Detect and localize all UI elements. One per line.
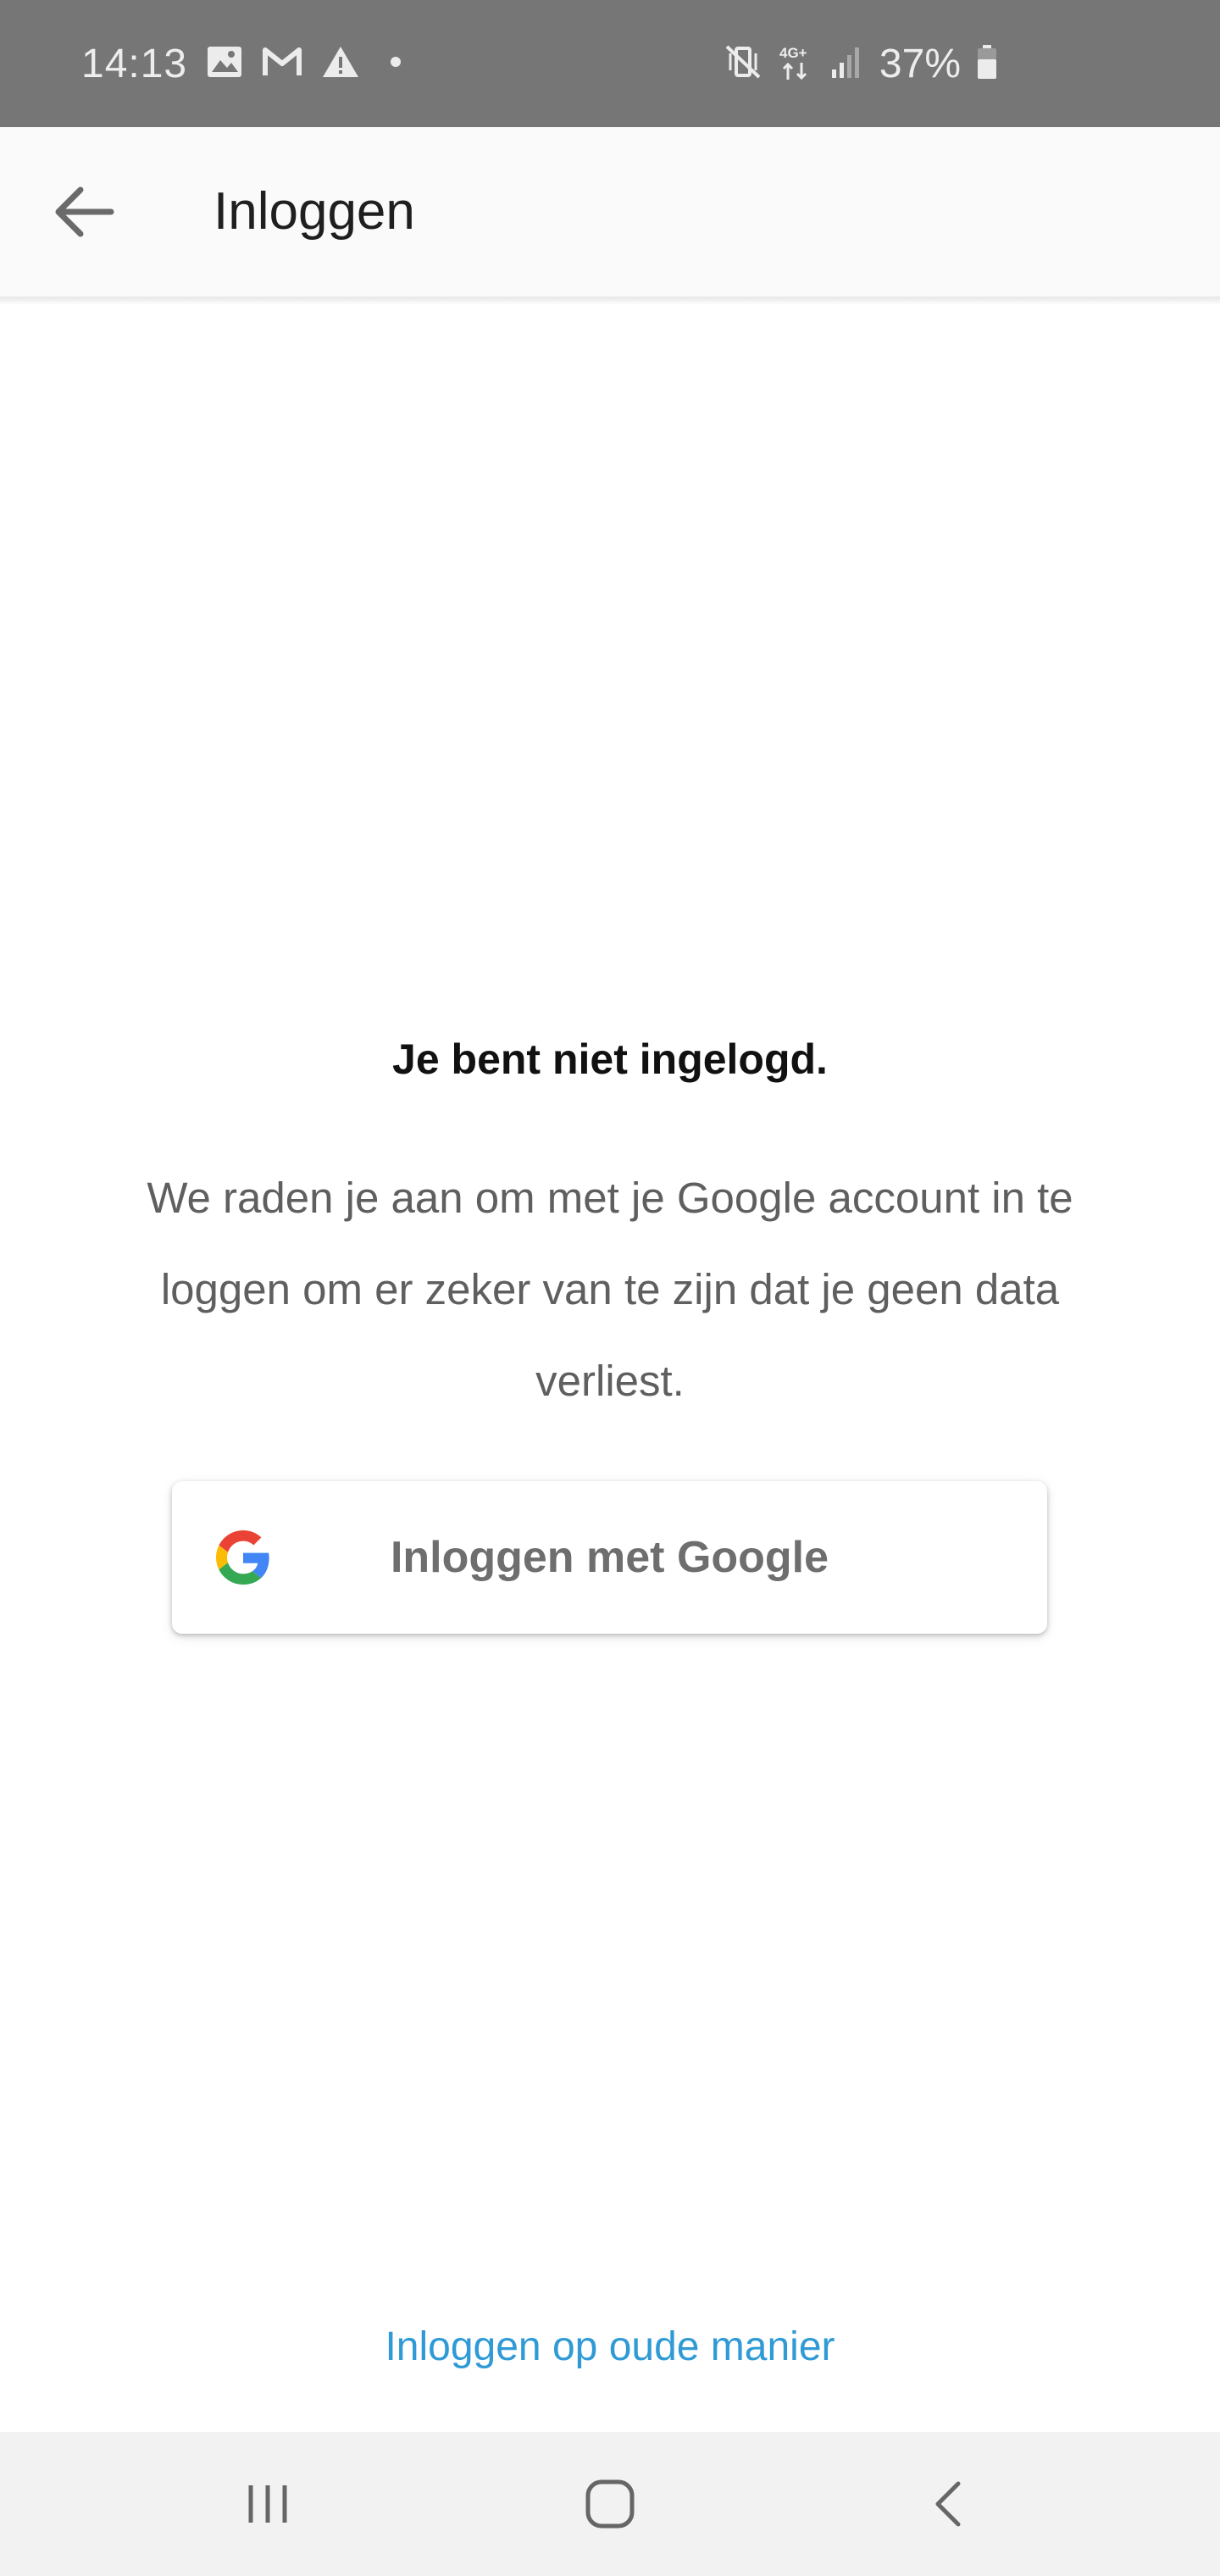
home-icon xyxy=(585,2479,635,2529)
image-icon xyxy=(206,45,243,83)
battery-icon xyxy=(976,44,998,84)
gmail-icon xyxy=(262,47,302,81)
warning-icon xyxy=(321,45,360,83)
google-signin-label: Inloggen met Google xyxy=(390,1533,829,1582)
back-button[interactable] xyxy=(37,161,130,263)
home-button[interactable] xyxy=(551,2457,669,2551)
arrow-left-icon xyxy=(55,186,114,237)
recents-button[interactable] xyxy=(208,2457,327,2551)
google-signin-button[interactable]: Inloggen met Google xyxy=(172,1481,1047,1634)
not-logged-in-heading: Je bent niet ingelogd. xyxy=(392,1035,828,1083)
old-login-link[interactable]: Inloggen op oude manier xyxy=(0,2318,1220,2377)
status-bar-left: 14:13 xyxy=(81,0,413,127)
vibrate-mute-icon xyxy=(724,43,762,85)
4g-plus-icon: 4G+ xyxy=(778,42,815,86)
dot-icon xyxy=(379,45,413,83)
nav-back-button[interactable] xyxy=(890,2457,1009,2551)
status-time: 14:13 xyxy=(81,41,188,86)
recents-icon xyxy=(248,2485,287,2523)
app-bar xyxy=(0,127,1220,297)
status-bar: 14:13 4G+ 37% xyxy=(0,0,1220,127)
svg-text:4G+: 4G+ xyxy=(779,45,807,61)
status-bar-right: 4G+ 37% xyxy=(724,0,998,127)
page-title: Inloggen xyxy=(214,182,415,241)
battery-percent: 37% xyxy=(879,41,961,86)
app-bar-shadow xyxy=(0,297,1220,305)
signal-icon xyxy=(830,44,864,84)
back-chevron-icon xyxy=(935,2481,961,2527)
login-advice-text: We raden je aan om met je Google account… xyxy=(147,1174,1073,1405)
